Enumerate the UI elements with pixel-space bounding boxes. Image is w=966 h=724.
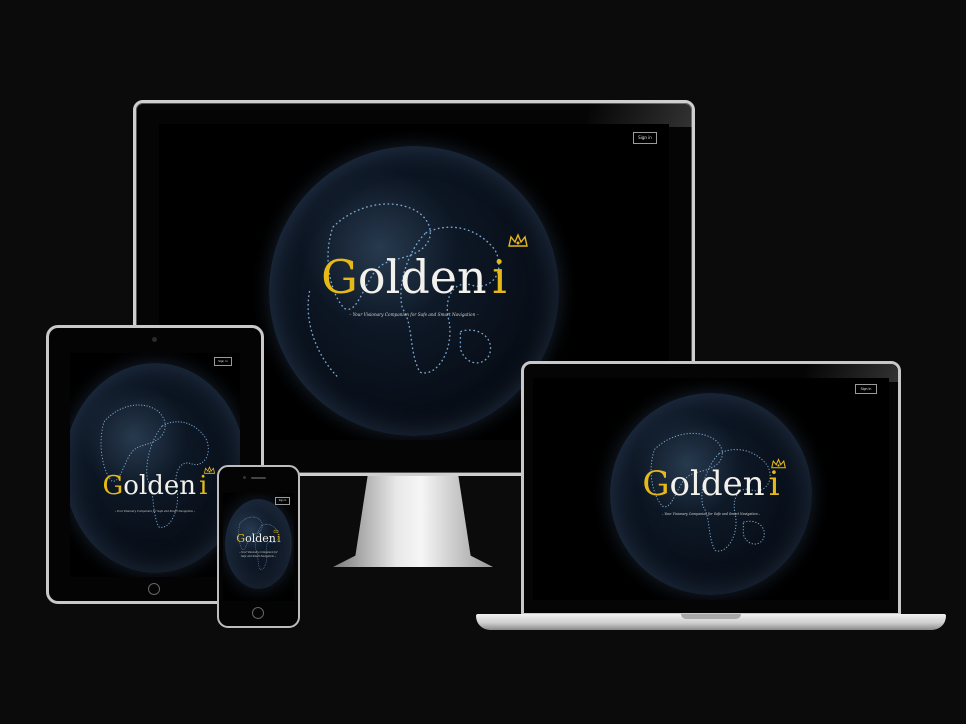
crown-icon: [508, 233, 528, 247]
phone-screen: Goldeni – Your Visionary Companion for S…: [223, 493, 294, 601]
brand-letter-g: G: [102, 471, 124, 501]
monitor-stand: [333, 472, 493, 567]
tagline-line-2: Safe and Smart Navigation –: [241, 555, 276, 558]
laptop: Golden i – Your Visionary Companion for S…: [476, 361, 946, 633]
signin-button[interactable]: Sign in: [214, 357, 232, 366]
brand-name: olden: [357, 250, 487, 304]
tagline: – Your Visionary Companion for Safe and …: [114, 510, 196, 513]
laptop-notch: [681, 614, 741, 619]
brand-letter-g: G: [236, 532, 246, 545]
phone-camera: [243, 476, 246, 479]
crown-icon: [203, 466, 216, 474]
brand-logo: Goldeni: [533, 464, 889, 504]
brand-letter-g: G: [321, 250, 358, 304]
tablet-camera: [152, 337, 157, 342]
tagline: – Your Visionary Companion for Safe and …: [349, 312, 479, 317]
brand-logo: Goldeni: [223, 532, 294, 545]
brand-logo: Goldeni: [70, 471, 240, 501]
brand-logo: Goldeni: [159, 250, 669, 304]
tagline-line-1: – Your Visionary Companion for: [239, 551, 278, 554]
phone: Goldeni – Your Visionary Companion for S…: [217, 465, 300, 628]
tablet-screen: Golden i – Your Visionary Companion for S…: [70, 353, 240, 577]
brand-suffix: i: [277, 532, 281, 545]
brand-suffix: i: [768, 464, 780, 504]
home-button-icon[interactable]: [148, 583, 160, 595]
brand-name: olden: [245, 532, 276, 545]
brand-letter-g: G: [642, 464, 670, 504]
laptop-screen: Golden i – Your Visionary Companion for S…: [533, 378, 889, 600]
home-button-icon[interactable]: [252, 607, 264, 619]
signin-button[interactable]: Sign in: [855, 384, 877, 394]
tagline: – Your Visionary Companion for Safe and …: [661, 512, 761, 516]
brand-suffix: i: [492, 250, 507, 304]
crown-icon: [273, 529, 279, 533]
brand-name: olden: [123, 471, 197, 501]
brand-name: olden: [669, 464, 765, 504]
crown-icon: [771, 458, 786, 469]
signin-button[interactable]: Sign in: [633, 132, 657, 144]
brand-suffix: i: [199, 471, 208, 501]
signin-button[interactable]: Sign in: [275, 497, 290, 505]
phone-speaker: [251, 477, 266, 479]
